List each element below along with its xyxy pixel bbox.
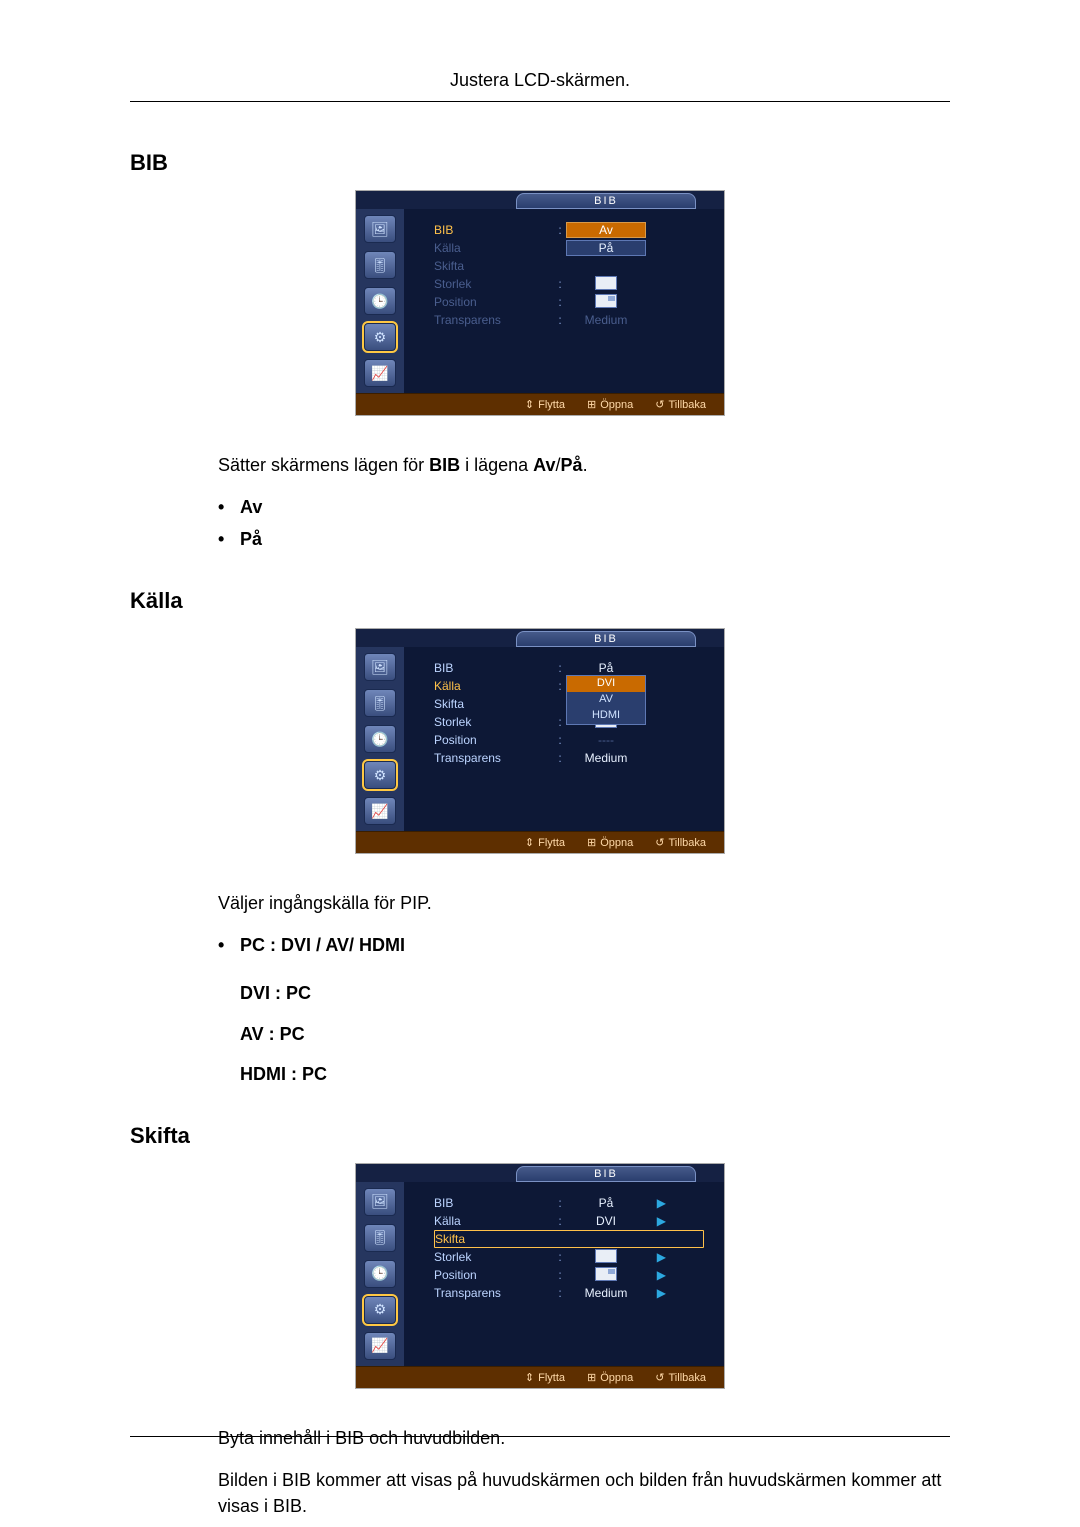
osd-tab: BIB — [516, 1166, 696, 1182]
kalla-desc: Väljer ingångskälla för PIP. — [218, 890, 950, 916]
picture-icon: 🖼 — [364, 1188, 396, 1216]
row-kalla-value: På — [566, 240, 646, 256]
row-trans-value: Medium — [566, 751, 646, 765]
bib-desc: Sätter skärmens lägen för BIB i lägena A… — [218, 452, 950, 478]
row-skifta-label: Skifta — [434, 697, 554, 711]
osd-tab: BIB — [516, 631, 696, 647]
size-preview-icon — [595, 276, 617, 290]
row-bib-label: BIB — [434, 223, 554, 237]
row-bib-label: BIB — [434, 661, 554, 675]
footer-back: Tillbaka — [655, 836, 706, 849]
arrow-icon: ▶ — [646, 1214, 666, 1228]
setup-icon: 📈 — [364, 1332, 396, 1360]
row-bib-label: BIB — [434, 1196, 554, 1210]
row-storlek-label: Storlek — [434, 277, 554, 291]
arrow-icon: ▶ — [646, 1196, 666, 1210]
row-bib-value: På — [566, 661, 646, 675]
bib-options: Av På — [218, 494, 950, 552]
dropdown-hdmi: HDMI — [567, 708, 645, 724]
osd-sidebar: 🖼 🎚 🕒 ⚙ 📈 — [356, 1182, 404, 1366]
row-kalla-label: Källa — [434, 241, 554, 255]
footer-move: Flytta — [525, 398, 565, 411]
footer-open: Öppna — [587, 398, 633, 411]
pip-icon: ⚙ — [364, 761, 396, 789]
pip-icon: ⚙ — [364, 1296, 396, 1324]
footer-rule — [130, 1436, 950, 1437]
osd-skifta: BIB 🖼 🎚 🕒 ⚙ 📈 BIB : På ▶ Källa : — [355, 1163, 725, 1389]
footer-back: Tillbaka — [655, 398, 706, 411]
setup-icon: 📈 — [364, 797, 396, 825]
position-preview-icon — [595, 1267, 617, 1281]
row-trans-label: Transparens — [434, 751, 554, 765]
pip-icon: ⚙ — [364, 323, 396, 351]
picture-icon: 🖼 — [364, 215, 396, 243]
row-trans-label: Transparens — [434, 1286, 554, 1300]
osd-footer: Flytta Öppna Tillbaka — [356, 393, 724, 415]
row-position-label: Position — [434, 295, 554, 309]
osd-footer: Flytta Öppna Tillbaka — [356, 831, 724, 853]
page-header: Justera LCD-skärmen. — [130, 70, 950, 102]
footer-back: Tillbaka — [655, 1371, 706, 1384]
arrow-icon: ▶ — [646, 1286, 666, 1300]
osd-bib: BIB 🖼 🎚 🕒 ⚙ 📈 BIB : Av Källa På — [355, 190, 725, 416]
row-storlek-label: Storlek — [434, 1250, 554, 1264]
clock-icon: 🕒 — [364, 287, 396, 315]
position-preview-icon — [595, 294, 617, 308]
footer-open: Öppna — [587, 1371, 633, 1384]
arrow-icon: ▶ — [646, 1268, 666, 1282]
dropdown-dvi: DVI — [567, 676, 645, 692]
clock-icon: 🕒 — [364, 1260, 396, 1288]
source-dropdown: DVI AV HDMI — [566, 675, 646, 725]
input-icon: 🎚 — [364, 251, 396, 279]
map-av: AV : PC — [240, 1021, 950, 1047]
section-title-skifta: Skifta — [130, 1123, 950, 1149]
kalla-options: PC : DVI / AV/ HDMI — [218, 932, 950, 958]
map-dvi: DVI : PC — [240, 980, 950, 1006]
skifta-desc-2: Bilden i BIB kommer att visas på huvudsk… — [218, 1467, 950, 1519]
row-position-label: Position — [434, 733, 554, 747]
skifta-desc-1: Byta innehåll i BIB och huvudbilden. — [218, 1425, 950, 1451]
row-trans-value: Medium — [566, 1286, 646, 1300]
map-hdmi: HDMI : PC — [240, 1061, 950, 1087]
section-title-kalla: Källa — [130, 588, 950, 614]
input-icon: 🎚 — [364, 1224, 396, 1252]
opt-av: Av — [218, 494, 950, 520]
row-kalla-label: Källa — [434, 1214, 554, 1228]
row-bib-value: Av — [566, 222, 646, 238]
source-mapping: DVI : PC AV : PC HDMI : PC — [240, 980, 950, 1086]
opt-head: PC : DVI / AV/ HDMI — [218, 932, 950, 958]
setup-icon: 📈 — [364, 359, 396, 387]
footer-open: Öppna — [587, 836, 633, 849]
row-position-value: ---- — [566, 733, 646, 747]
row-storlek-label: Storlek — [434, 715, 554, 729]
osd-sidebar: 🖼 🎚 🕒 ⚙ 📈 — [356, 209, 404, 393]
footer-move: Flytta — [525, 836, 565, 849]
row-trans-value: Medium — [566, 313, 646, 327]
osd-sidebar: 🖼 🎚 🕒 ⚙ 📈 — [356, 647, 404, 831]
row-position-label: Position — [434, 1268, 554, 1282]
picture-icon: 🖼 — [364, 653, 396, 681]
section-title-bib: BIB — [130, 150, 950, 176]
row-kalla-value: DVI — [566, 1214, 646, 1228]
osd-footer: Flytta Öppna Tillbaka — [356, 1366, 724, 1388]
osd-kalla: BIB 🖼 🎚 🕒 ⚙ 📈 BIB : På Källa : — [355, 628, 725, 854]
row-skifta-label: Skifta — [434, 259, 554, 273]
row-trans-label: Transparens — [434, 313, 554, 327]
opt-pa: På — [218, 526, 950, 552]
row-bib-value: På — [566, 1196, 646, 1210]
input-icon: 🎚 — [364, 689, 396, 717]
row-kalla-label: Källa — [434, 679, 554, 693]
footer-move: Flytta — [525, 1371, 565, 1384]
osd-tab: BIB — [516, 193, 696, 209]
clock-icon: 🕒 — [364, 725, 396, 753]
size-preview-icon — [595, 1249, 617, 1263]
row-skifta-label: Skifta — [435, 1232, 555, 1246]
dropdown-av: AV — [567, 692, 645, 708]
arrow-icon: ▶ — [646, 1250, 666, 1264]
